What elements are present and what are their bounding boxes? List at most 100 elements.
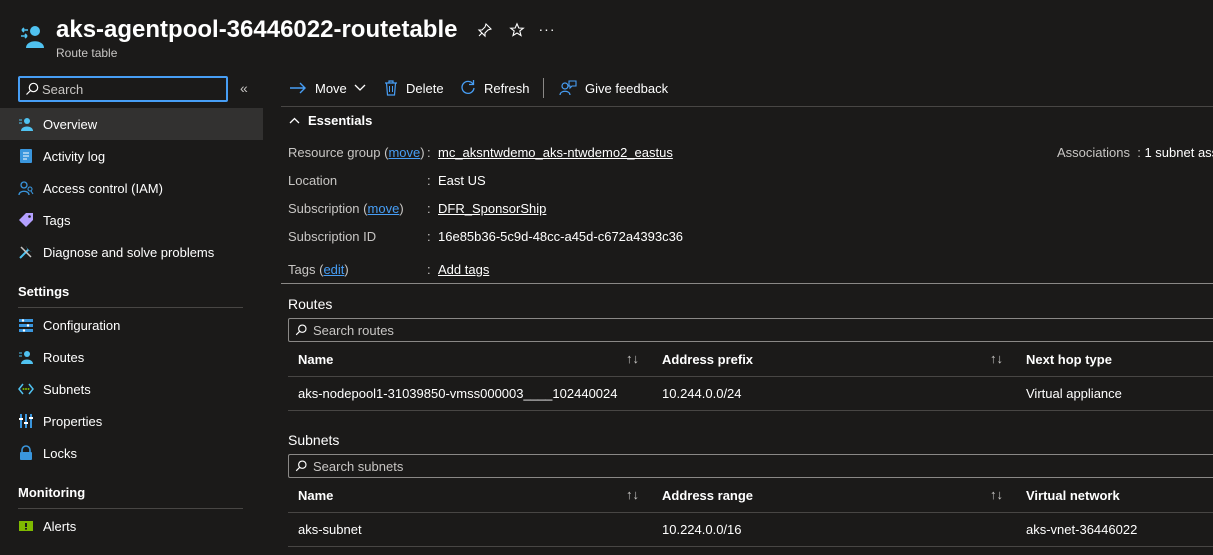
close-paren: ) [399, 201, 404, 216]
trash-icon [385, 80, 397, 96]
monitoring-section-title: Monitoring [18, 485, 86, 500]
sort-icon[interactable]: ↑↓ [990, 351, 1003, 366]
sidebar-search[interactable] [18, 76, 228, 102]
sidebar-item-locks[interactable]: Locks [0, 437, 263, 469]
routes-icon [19, 351, 33, 364]
wrench-icon [19, 246, 32, 259]
more-options-button[interactable]: ··· [538, 20, 556, 38]
sidebar-item-subnets[interactable]: Subnets [0, 373, 263, 405]
sidebar-item-overview[interactable]: Overview [0, 108, 263, 140]
delete-label: Delete [406, 80, 444, 96]
delete-button[interactable]: Delete [384, 78, 444, 98]
colon: : [1137, 145, 1141, 160]
subnets-section-title: Subnets [288, 432, 340, 448]
sidebar-item-label: Tags [43, 212, 71, 228]
table-row[interactable]: aks-nodepool1-31039850-vmss000003____102… [288, 377, 1213, 411]
location-value: East US [438, 173, 486, 188]
subscription-id-value: 16e85b36-5c9d-48cc-a45d-c672a4393c36 [438, 229, 684, 244]
colon: : [427, 145, 431, 160]
sort-icon[interactable]: ↑↓ [990, 487, 1003, 502]
subnets-search-placeholder: Search subnets [313, 459, 404, 474]
page-subtitle: Route table [56, 46, 118, 60]
refresh-button[interactable]: Refresh [460, 78, 530, 98]
give-feedback-button[interactable]: Give feedback [559, 78, 668, 98]
tags-label-wrap: Tags (edit) [288, 262, 349, 277]
subnet-virtual-network: aks-vnet-36446022 [1026, 522, 1138, 537]
divider [281, 106, 1213, 107]
routes-search-placeholder: Search routes [313, 323, 394, 338]
chevron-down-icon [354, 84, 366, 91]
essentials-title: Essentials [308, 112, 373, 128]
associations-value: 1 subnet ass [1144, 145, 1213, 160]
associations-label: Associations [1057, 145, 1130, 160]
move-subscription-link[interactable]: move [368, 201, 400, 216]
colon: : [427, 201, 431, 216]
column-header-name[interactable]: Name [298, 488, 333, 503]
properties-icon [19, 414, 33, 428]
pin-icon[interactable] [476, 22, 494, 40]
subscription-label: Subscription [288, 201, 360, 216]
divider [281, 283, 1213, 284]
feedback-label: Give feedback [585, 80, 669, 96]
sidebar-item-label: Activity log [43, 148, 106, 164]
tags-label: Tags [288, 262, 316, 277]
star-icon[interactable] [508, 22, 526, 40]
sidebar-item-diagnose[interactable]: Diagnose and solve problems [0, 236, 263, 268]
routes-table-header: Name ↑↓ Address prefix ↑↓ Next hop type [288, 343, 1213, 377]
column-header-virtual-network[interactable]: Virtual network [1026, 488, 1120, 503]
sidebar-item-label: Subnets [43, 381, 91, 397]
move-label: Move [315, 80, 347, 96]
close-paren: ) [344, 262, 349, 277]
essentials-toggle[interactable]: Essentials [281, 110, 1213, 130]
main-content: Move Delete Refresh Give feedback Essent… [263, 66, 1213, 555]
sidebar-item-tags[interactable]: Tags [0, 204, 263, 236]
colon: : [427, 262, 431, 277]
column-header-address-prefix[interactable]: Address prefix [662, 352, 753, 367]
subscription-link[interactable]: DFR_SponsorShip [438, 201, 546, 216]
resource-group-label-wrap: Resource group (move) [288, 145, 425, 160]
edit-tags-link[interactable]: edit [323, 262, 344, 277]
collapse-sidebar-button[interactable]: « [240, 80, 248, 96]
divider [18, 307, 243, 308]
sidebar-item-label: Configuration [43, 317, 121, 333]
subnet-address-range: 10.224.0.0/16 [662, 522, 742, 537]
move-button[interactable]: Move [289, 78, 366, 98]
search-icon [295, 460, 307, 472]
colon: : [427, 229, 431, 244]
sort-icon[interactable]: ↑↓ [626, 487, 639, 502]
column-header-address-range[interactable]: Address range [662, 488, 753, 503]
sidebar-item-label: Locks [43, 445, 77, 461]
routes-section-title: Routes [288, 296, 333, 312]
sidebar-item-label: Diagnose and solve problems [43, 244, 215, 260]
subnet-name: aks-subnet [298, 522, 362, 537]
add-tags-link[interactable]: Add tags [438, 262, 489, 277]
column-header-next-hop-type[interactable]: Next hop type [1026, 352, 1112, 367]
column-header-name[interactable]: Name [298, 352, 333, 367]
colon: : [427, 173, 431, 188]
routes-search[interactable]: Search routes [288, 318, 1213, 342]
sort-icon[interactable]: ↑↓ [626, 351, 639, 366]
location-label: Location [288, 173, 338, 188]
toolbar-separator [543, 78, 544, 98]
subnets-search[interactable]: Search subnets [288, 454, 1213, 478]
table-row[interactable]: aks-subnet 10.224.0.0/16 aks-vnet-364460… [288, 513, 1213, 547]
sidebar-item-label: Overview [43, 116, 98, 132]
sidebar-item-iam[interactable]: Access control (IAM) [0, 172, 263, 204]
sidebar-search-input[interactable] [42, 80, 222, 98]
route-table-icon [21, 26, 44, 48]
essentials-associations: Associations : 1 subnet ass [1057, 145, 1213, 160]
chevron-up-icon [289, 117, 300, 123]
sidebar-item-configuration[interactable]: Configuration [0, 309, 263, 341]
sidebar: « Overview Activity log Access control (… [0, 66, 263, 555]
sidebar-item-routes[interactable]: Routes [0, 341, 263, 373]
route-name: aks-nodepool1-31039850-vmss000003____102… [298, 386, 618, 401]
resource-group-link[interactable]: mc_aksntwdemo_aks-ntwdemo2_eastus [438, 145, 673, 160]
route-address-prefix: 10.244.0.0/24 [662, 386, 742, 401]
sidebar-item-activity-log[interactable]: Activity log [0, 140, 263, 172]
sidebar-item-properties[interactable]: Properties [0, 405, 263, 437]
sidebar-item-alerts[interactable]: Alerts [0, 510, 263, 542]
tag-icon [19, 213, 33, 227]
subnets-icon [18, 383, 34, 395]
move-resource-group-link[interactable]: move [388, 145, 420, 160]
activity-log-icon [20, 149, 32, 163]
